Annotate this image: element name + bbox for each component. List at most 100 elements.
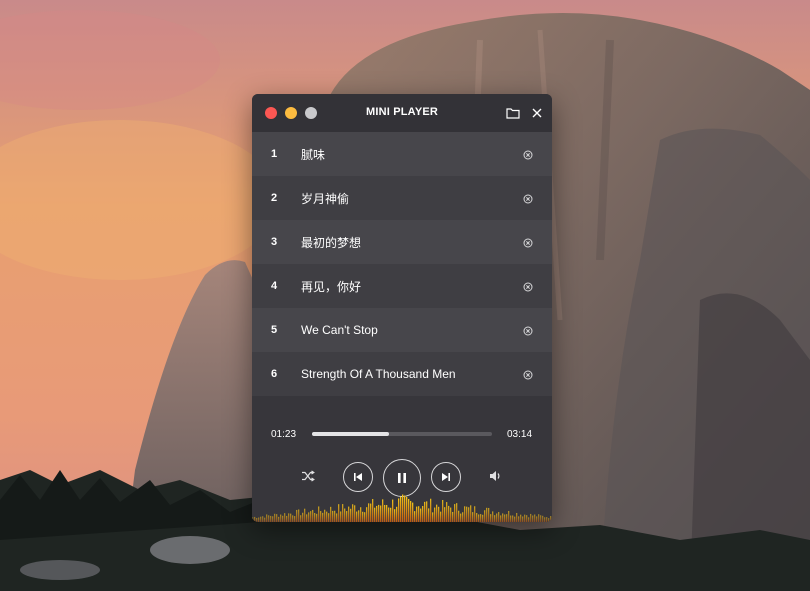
visualizer-bar [294, 516, 296, 522]
visualizer-bar [266, 514, 268, 522]
playlist-track-6[interactable]: 6 Strength Of A Thousand Men [252, 352, 552, 396]
playlist-track-3[interactable]: 3 最初的梦想 [252, 220, 552, 264]
visualizer-bar [276, 514, 278, 522]
visualizer-bar [436, 504, 438, 522]
visualizer-bar [342, 504, 344, 522]
shuffle-icon[interactable] [301, 469, 315, 483]
track-title: 最初的梦想 [301, 235, 362, 250]
visualizer-bar [526, 515, 528, 522]
visualizer-bar [546, 517, 548, 522]
visualizer-bar [252, 517, 254, 522]
visualizer-bar [542, 515, 544, 522]
playlist-track-1[interactable]: 1 腻味 [252, 132, 552, 176]
visualizer-bar [254, 516, 256, 522]
visualizer-bar [356, 511, 358, 522]
visualizer-bar [348, 506, 350, 522]
track-title: We Can't Stop [301, 323, 378, 337]
visualizer-bar [446, 502, 448, 522]
progress-bar[interactable] [312, 432, 492, 436]
close-icon[interactable] [530, 106, 544, 120]
progress-fill [312, 432, 390, 436]
visualizer-bar [280, 514, 282, 522]
playlist-track-4[interactable]: 4 再见，你好 [252, 264, 552, 308]
visualizer-bar [494, 515, 496, 522]
visualizer-bar [274, 513, 276, 522]
visualizer-bar [444, 507, 446, 522]
visualizer-bar [324, 509, 326, 522]
visualizer-bar [406, 496, 408, 522]
visualizer-bar [396, 506, 398, 522]
visualizer-bar [452, 511, 454, 522]
visualizer-bar [392, 499, 394, 522]
visualizer-bar [340, 511, 342, 522]
visualizer-bar [358, 510, 360, 522]
visualizer-bar [354, 505, 356, 522]
visualizer-bar [540, 515, 542, 522]
visualizer-bar [346, 511, 348, 522]
remove-track-icon[interactable] [523, 281, 533, 292]
playlist-track-5[interactable]: 5 We Can't Stop [252, 308, 552, 352]
track-number: 3 [271, 236, 278, 248]
visualizer-bar [344, 508, 346, 522]
visualizer-bar [528, 517, 530, 522]
visualizer-bar [480, 514, 482, 522]
playback-controls: 01:23 03:14 [252, 396, 552, 522]
visualizer-bar [442, 499, 444, 522]
folder-icon[interactable] [506, 106, 520, 120]
visualizer-bar [518, 516, 520, 522]
visualizer-bar [458, 510, 460, 522]
visualizer-bar [328, 513, 330, 522]
visualizer-bar [272, 516, 274, 522]
visualizer-bar [370, 503, 372, 522]
visualizer-bar [450, 507, 452, 522]
next-button[interactable] [431, 462, 461, 492]
visualizer-bar [268, 515, 270, 522]
visualizer-bar [388, 507, 390, 522]
visualizer-bar [460, 513, 462, 522]
visualizer-bar [504, 514, 506, 522]
visualizer-bar [530, 513, 532, 522]
playlist-track-2[interactable]: 2 岁月神偷 [252, 176, 552, 220]
remove-track-icon[interactable] [523, 149, 533, 160]
visualizer-bar [492, 511, 494, 522]
visualizer-bar [316, 513, 318, 522]
remove-track-icon[interactable] [523, 193, 533, 204]
visualizer-bar [306, 514, 308, 522]
visualizer-bar [418, 506, 420, 522]
visualizer-bar [454, 504, 456, 522]
visualizer-bar [532, 515, 534, 522]
previous-button[interactable] [343, 462, 373, 492]
title-bar: MINI PLAYER [252, 94, 552, 132]
visualizer-bar [486, 507, 488, 522]
visualizer-bar [338, 504, 340, 522]
visualizer-bar [264, 517, 266, 522]
skip-next-icon [440, 471, 452, 483]
visualizer-bar [256, 518, 258, 522]
visualizer-bar [440, 511, 442, 522]
remove-track-icon[interactable] [523, 237, 533, 248]
track-number: 4 [271, 280, 278, 292]
visualizer-bar [544, 517, 546, 522]
visualizer-bar [308, 512, 310, 522]
visualizer-bar [476, 513, 478, 522]
volume-icon[interactable] [488, 469, 502, 483]
visualizer-bar [304, 508, 306, 522]
visualizer-bar [482, 514, 484, 522]
visualizer-bar [448, 505, 450, 522]
visualizer-bar [364, 512, 366, 522]
visualizer-bar [512, 515, 514, 522]
visualizer-bar [410, 500, 412, 522]
visualizer-bar [322, 512, 324, 522]
remove-track-icon[interactable] [523, 369, 533, 380]
visualizer-bar [290, 513, 292, 522]
visualizer-bar [416, 506, 418, 522]
visualizer-bar [292, 515, 294, 522]
visualizer-bar [284, 513, 286, 522]
visualizer-bar [382, 499, 384, 522]
visualizer-bar [368, 503, 370, 522]
remove-track-icon[interactable] [523, 325, 533, 336]
track-number: 5 [271, 324, 278, 336]
visualizer-bar [262, 516, 264, 522]
visualizer-bar [350, 508, 352, 522]
visualizer-bar [408, 499, 410, 522]
